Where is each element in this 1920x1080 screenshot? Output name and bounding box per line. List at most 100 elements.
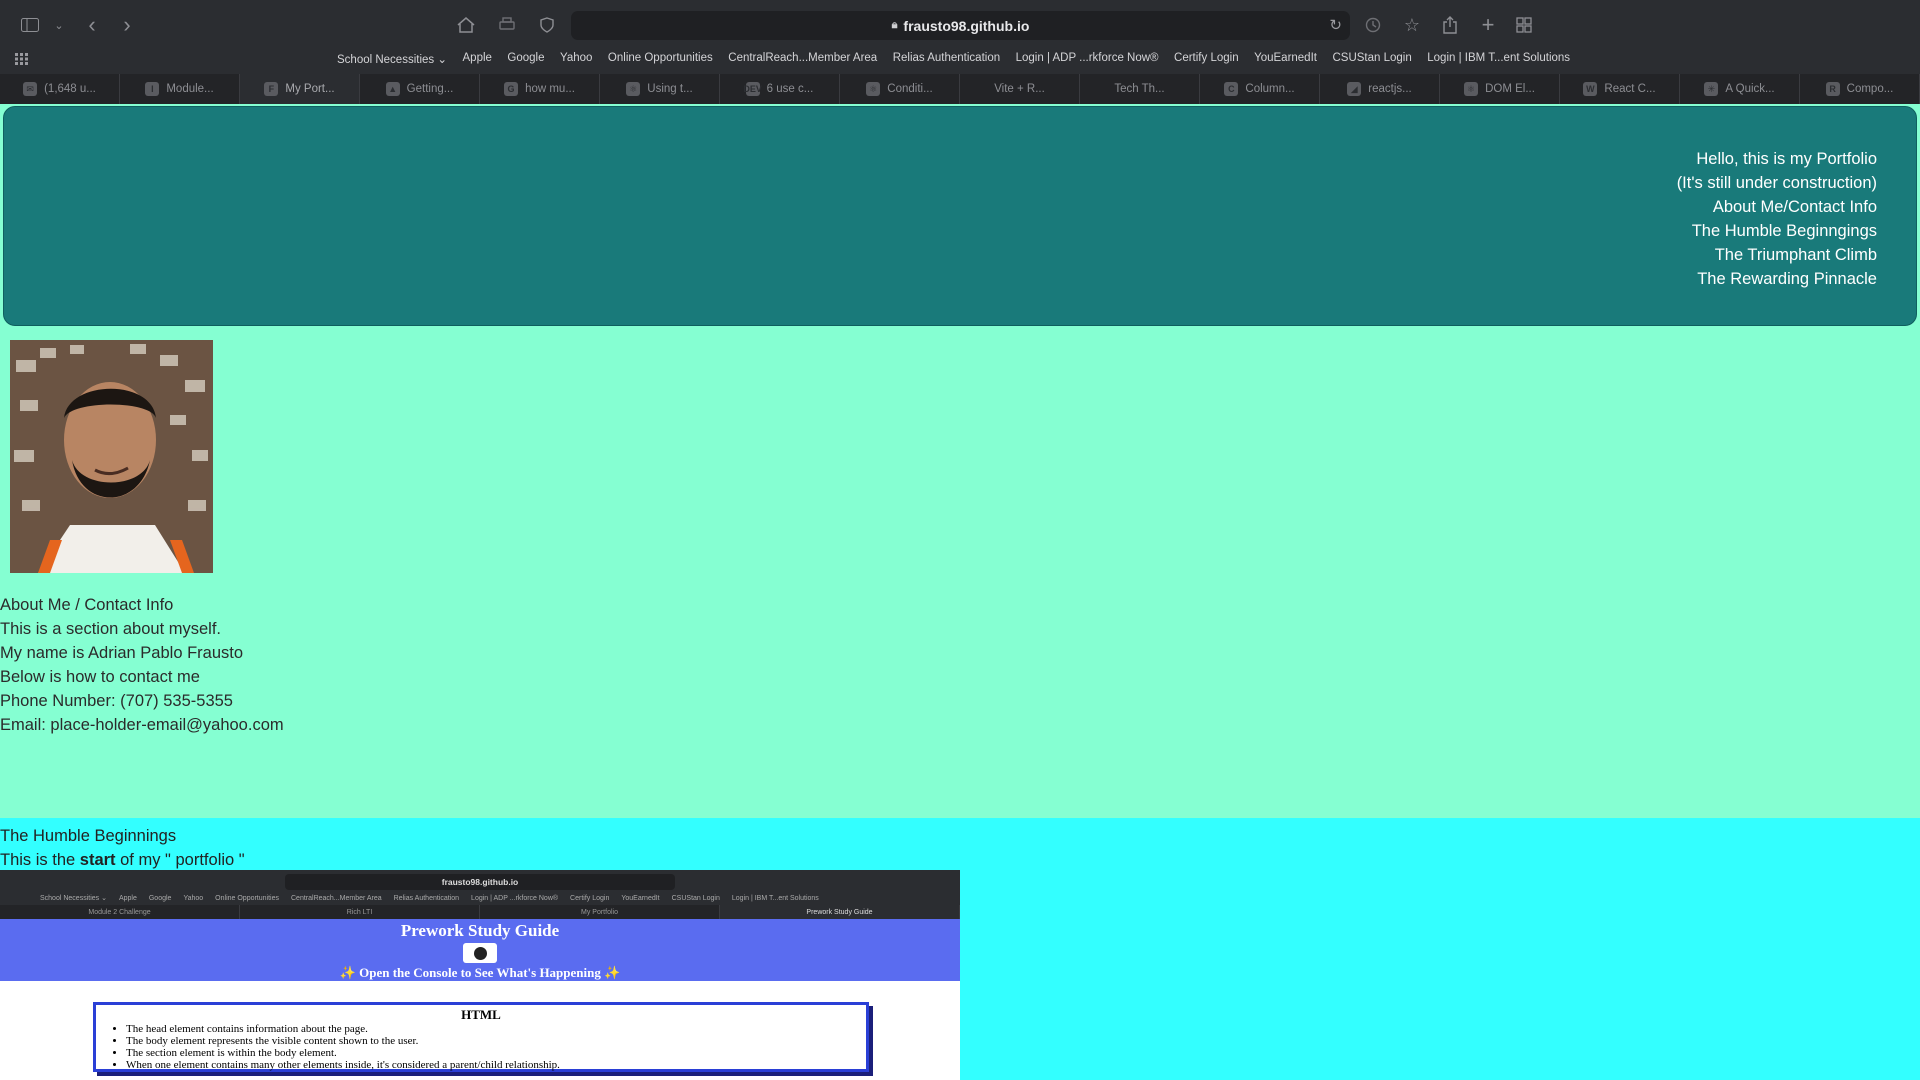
- humble-heading: The Humble Beginnings: [0, 827, 177, 845]
- tab-label: My Port...: [285, 83, 335, 95]
- back-icon[interactable]: ‹: [79, 12, 105, 38]
- screenshot-bookmark: Apple: [118, 895, 137, 902]
- browser-tab[interactable]: ⚛ Using t...: [600, 74, 720, 104]
- tab-label: React C...: [1604, 83, 1656, 95]
- browser-tab[interactable]: ✉ (1,648 u...: [0, 74, 120, 104]
- nav-link-humble[interactable]: The Humble Beginngings: [1677, 219, 1877, 243]
- screenshot-address-bar: frausto98.github.io: [285, 874, 675, 890]
- project-screenshot: frausto98.github.io School Necessities ⌄…: [0, 870, 960, 1080]
- screenshot-bookmark: Relias Authentication: [393, 895, 460, 902]
- contact-phone: Phone Number: (707) 535-5355: [0, 692, 233, 710]
- hero-header: Hello, this is my Portfolio (It's still …: [3, 106, 1917, 326]
- screenshot-toolbar: frausto98.github.io: [0, 870, 960, 894]
- browser-tab[interactable]: R Compo...: [1800, 74, 1920, 104]
- tab-label: Tech Th...: [1114, 83, 1165, 95]
- browser-tab[interactable]: Ghow mu...: [480, 74, 600, 104]
- humble-intro-pre: This is the: [0, 851, 80, 869]
- tab-label: Using t...: [647, 83, 693, 95]
- bookmark-item[interactable]: CSUStan Login: [1332, 52, 1411, 66]
- new-tab-icon[interactable]: +: [1475, 12, 1501, 38]
- star-icon[interactable]: ☆: [1399, 12, 1425, 38]
- tab-label: A Quick...: [1725, 83, 1775, 95]
- browser-tab[interactable]: ◢ reactjs...: [1320, 74, 1440, 104]
- tab-favicon-icon: ✉: [23, 82, 38, 96]
- bookmark-item[interactable]: CentralReach...Member Area: [728, 52, 877, 66]
- history-icon[interactable]: [1360, 12, 1386, 38]
- tab-favicon-icon: ⚛: [1464, 82, 1479, 96]
- screenshot-card-item: The section element is within the body e…: [126, 1047, 866, 1059]
- screenshot-bookmark: CentralReach...Member Area: [291, 895, 382, 902]
- shield-icon[interactable]: [534, 12, 560, 38]
- screenshot-tab: Rich LTI: [240, 905, 480, 919]
- bookmark-item[interactable]: Google: [507, 52, 544, 66]
- tab-favicon-icon: ⚛: [866, 82, 881, 96]
- github-logo-icon: [463, 943, 497, 963]
- tab-favicon-icon: ◢: [1347, 82, 1362, 96]
- reload-icon[interactable]: ↻: [1329, 16, 1342, 34]
- home-icon[interactable]: [453, 12, 479, 38]
- humble-intro-post: of my " portfolio ": [115, 851, 245, 869]
- browser-tab[interactable]: I Module...: [120, 74, 240, 104]
- browser-tab[interactable]: ▲ Getting...: [360, 74, 480, 104]
- share-icon[interactable]: [1437, 12, 1463, 38]
- bookmark-item[interactable]: YouEarnedIt: [1254, 52, 1317, 66]
- nav-link-rewarding[interactable]: The Rewarding Pinnacle: [1677, 267, 1877, 291]
- tab-label: Conditi...: [887, 83, 933, 95]
- screenshot-bookmark: Yahoo: [183, 895, 204, 902]
- humble-intro-bold: start: [79, 851, 116, 869]
- tab-favicon-icon: ✳: [1704, 82, 1719, 96]
- tab-favicon-icon: C: [1224, 82, 1239, 96]
- address-bar-url: frausto98.github.io: [903, 17, 1030, 34]
- browser-tab[interactable]: ⚛ Conditi...: [840, 74, 960, 104]
- screenshot-card-item: When one element contains many other ele…: [126, 1059, 866, 1071]
- chevron-down-icon[interactable]: ⌄: [46, 12, 72, 38]
- browser-toolbar: ⌄ ‹ › 🔒︎ frausto98.github.io ↻ ☆ +: [0, 0, 1920, 50]
- browser-tab[interactable]: F My Port...: [240, 74, 360, 104]
- tab-label: 6 use c...: [766, 83, 814, 95]
- bookmarks-bar: School Necessities ⌄ Apple Google Yahoo Onli…: [0, 50, 1920, 70]
- bookmark-item[interactable]: Apple: [463, 52, 492, 66]
- bookmark-item[interactable]: Login | IBM T...ent Solutions: [1427, 52, 1570, 66]
- browser-tab[interactable]: ✳ A Quick...: [1680, 74, 1800, 104]
- browser-tab[interactable]: ⚛ DOM El...: [1440, 74, 1560, 104]
- screenshot-tab: My Portfolio: [480, 905, 720, 919]
- browser-tab[interactable]: Tech Th...: [1080, 74, 1200, 104]
- bookmark-item[interactable]: Yahoo: [560, 52, 592, 66]
- hero-construction-note: (It's still under construction): [1676, 174, 1877, 192]
- tab-favicon-icon: F: [264, 82, 279, 96]
- profile-photo: [10, 340, 213, 573]
- bookmark-item[interactable]: Online Opportunities: [608, 52, 713, 66]
- nav-link-triumphant[interactable]: The Triumphant Climb: [1677, 243, 1877, 267]
- about-heading: About Me / Contact Info: [0, 596, 174, 614]
- bookmark-item[interactable]: Login | ADP ...rkforce Now®: [1016, 52, 1159, 66]
- browser-tab[interactable]: W React C...: [1560, 74, 1680, 104]
- screenshot-bookmarks: School Necessities ⌄ Apple Google Yahoo Onli…: [0, 894, 960, 905]
- nav-link-about[interactable]: About Me/Contact Info: [1677, 195, 1877, 219]
- contact-email: Email: place-holder-email@yahoo.com: [0, 716, 284, 734]
- bookmark-list: School Necessities ⌄ Apple Google Yahoo Onli…: [337, 52, 1586, 66]
- tab-label: reactjs...: [1368, 83, 1412, 95]
- forward-icon[interactable]: ›: [114, 12, 140, 38]
- browser-tab[interactable]: DEV 6 use c...: [720, 74, 840, 104]
- print-icon[interactable]: [494, 12, 520, 38]
- screenshot-bookmark: Login | ADP ...rkforce Now®: [471, 895, 559, 902]
- bookmark-item[interactable]: School Necessities ⌄: [337, 52, 447, 66]
- bookmark-item[interactable]: Certify Login: [1174, 52, 1239, 66]
- address-bar[interactable]: 🔒︎ frausto98.github.io ↻: [571, 11, 1350, 40]
- tab-label: Compo...: [1846, 83, 1894, 95]
- about-text: About Me / Contact Info This is a sectio…: [0, 593, 284, 737]
- hero-greeting: Hello, this is my Portfolio: [1696, 150, 1877, 168]
- about-section: About Me / Contact Info This is a sectio…: [0, 328, 1920, 818]
- bookmark-item[interactable]: Relias Authentication: [893, 52, 1000, 66]
- screenshot-card-item: The head element contains information ab…: [126, 1023, 866, 1035]
- tab-favicon-icon: DEV: [743, 82, 762, 96]
- lock-icon: 🔒︎: [891, 19, 898, 31]
- sidebar-icon[interactable]: [17, 12, 43, 38]
- screenshot-card-heading: HTML: [461, 1007, 501, 1022]
- screenshot-subtitle: ✨ Open the Console to See What's Happeni…: [339, 965, 621, 980]
- browser-tab[interactable]: Vite + R...: [960, 74, 1080, 104]
- apps-grid-icon[interactable]: [15, 53, 29, 68]
- browser-tab[interactable]: C Column...: [1200, 74, 1320, 104]
- tab-overview-icon[interactable]: [1511, 12, 1537, 38]
- screenshot-url: frausto98.github.io: [441, 877, 519, 887]
